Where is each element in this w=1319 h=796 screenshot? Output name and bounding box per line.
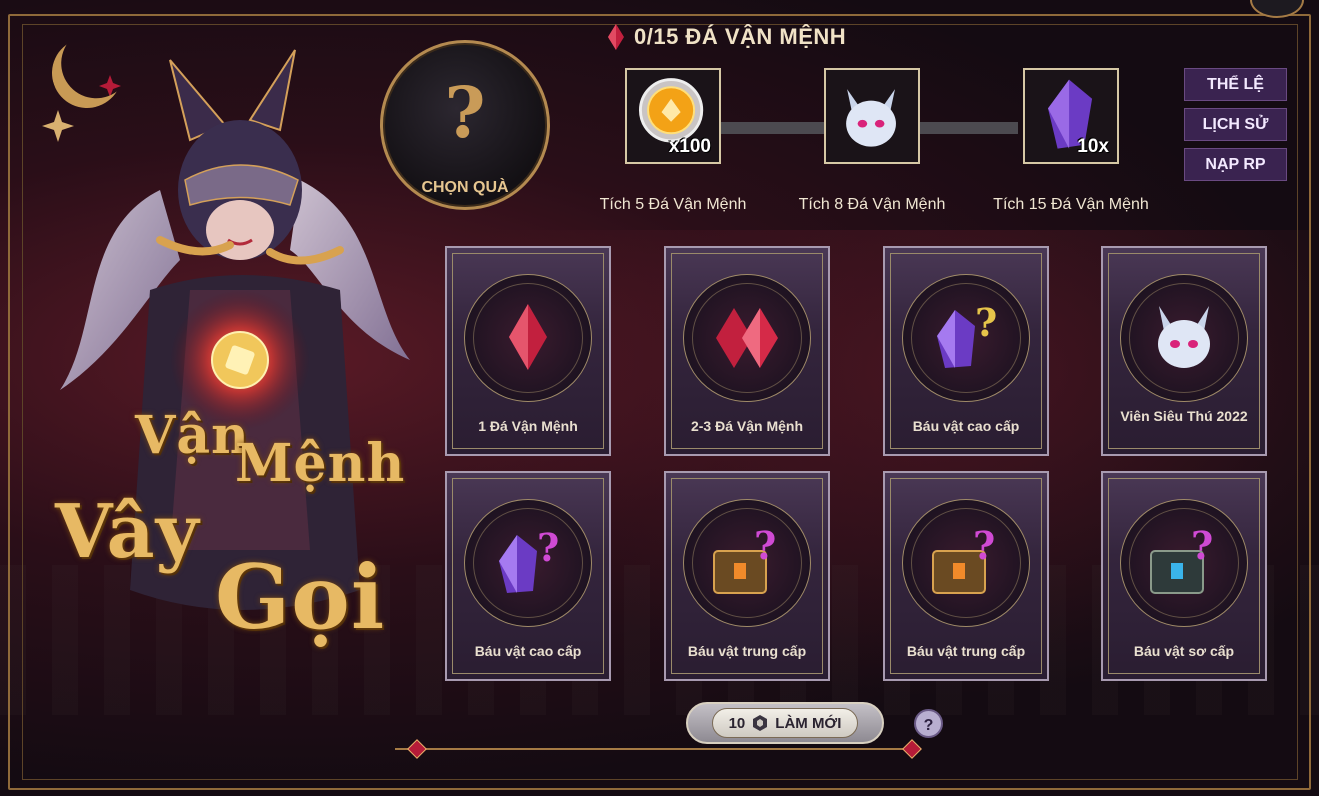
milestone-caption: Tích 8 Đá Vận Mệnh bbox=[798, 196, 946, 213]
refresh-label: LÀM MỚI bbox=[775, 714, 842, 732]
reward-card[interactable]: Viên Siêu Thú 2022 bbox=[1101, 246, 1267, 456]
question-mark-icon: ? bbox=[444, 71, 486, 154]
token-icon bbox=[753, 715, 768, 731]
reward-card[interactable]: ? Báu vật cao cấp bbox=[445, 471, 611, 681]
mystery-chest-blue-icon: ? bbox=[1150, 523, 1213, 594]
reward-card[interactable]: ? Báu vật trung cấp bbox=[883, 471, 1049, 681]
card-label: 1 Đá Vận Mệnh bbox=[478, 418, 578, 434]
milestone-15[interactable]: 10x Tích 15 Đá Vận Mệnh bbox=[993, 60, 1149, 213]
red-gem-icon bbox=[509, 304, 547, 370]
card-label: Báu vật trung cấp bbox=[687, 643, 807, 659]
reward-card[interactable]: ? Báu vật trung cấp bbox=[664, 471, 830, 681]
svg-text:?: ? bbox=[975, 300, 997, 345]
spirit-fox-icon bbox=[1158, 306, 1210, 368]
help-button[interactable]: ? bbox=[914, 709, 943, 738]
milestone-reward-box: 10x bbox=[1023, 68, 1119, 164]
milestone-caption: Tích 5 Đá Vận Mệnh bbox=[599, 196, 747, 213]
rules-button[interactable]: THỂ LỆ bbox=[1184, 68, 1287, 101]
title-line-4: Gọi bbox=[215, 545, 386, 649]
milestone-5[interactable]: x100 Tích 5 Đá Vận Mệnh bbox=[600, 60, 746, 213]
event-title-art: Vận Mệnh Vây Gọi bbox=[55, 405, 404, 685]
milestone-caption: Tích 15 Đá Vận Mệnh bbox=[993, 196, 1149, 213]
reward-card[interactable]: 2-3 Đá Vận Mệnh bbox=[664, 246, 830, 456]
milestone-qty: 10x bbox=[1077, 136, 1109, 157]
milestone-reward-box: x100 bbox=[625, 68, 721, 164]
reward-card[interactable]: ? Báu vật cao cấp bbox=[883, 246, 1049, 456]
double-red-gem-icon bbox=[716, 308, 778, 368]
svg-text:?: ? bbox=[973, 523, 995, 568]
reward-card[interactable]: 1 Đá Vận Mệnh bbox=[445, 246, 611, 456]
mystery-chest-icon: ? bbox=[713, 523, 776, 594]
svg-text:?: ? bbox=[1191, 523, 1213, 568]
milestone-qty: x100 bbox=[668, 136, 711, 157]
red-gem-icon bbox=[608, 24, 624, 50]
progress-header: 0/15 ĐÁ VẬN MỆNH bbox=[608, 22, 846, 52]
milestone-reward-box bbox=[824, 68, 920, 164]
mystery-crystal-icon: ? bbox=[499, 525, 559, 593]
card-label: Báu vật cao cấp bbox=[474, 643, 582, 659]
spirit-fox-icon bbox=[846, 89, 896, 147]
card-label: Báu vật sơ cấp bbox=[1133, 643, 1235, 659]
title-line-1: Vận bbox=[135, 405, 250, 466]
card-label: 2-3 Đá Vận Mệnh bbox=[690, 418, 804, 434]
card-label: Báu vật trung cấp bbox=[906, 643, 1026, 659]
reward-card[interactable]: ? Báu vật sơ cấp bbox=[1101, 471, 1267, 681]
refresh-cost: 10 bbox=[728, 714, 746, 732]
card-label: Báu vật cao cấp bbox=[912, 418, 1020, 434]
title-line-3: Vây bbox=[55, 489, 200, 575]
event-stage: Vận Mệnh Vây Gọi 0/15 ĐÁ VẬN MỆNH ? CHỌN… bbox=[0, 0, 1319, 796]
topup-rp-button[interactable]: NẠP RP bbox=[1184, 148, 1287, 181]
mystery-crystal-icon: ? bbox=[937, 300, 997, 368]
svg-text:?: ? bbox=[754, 523, 776, 568]
history-button[interactable]: LỊCH SỬ bbox=[1184, 108, 1287, 141]
progress-text: 0/15 ĐÁ VẬN MỆNH bbox=[634, 24, 847, 49]
refresh-button[interactable]: 10 LÀM MỚI bbox=[686, 702, 884, 744]
choose-gift-label: CHỌN QUÀ bbox=[421, 179, 509, 196]
choose-gift-button[interactable]: ? CHỌN QUÀ bbox=[380, 40, 550, 210]
svg-text:?: ? bbox=[537, 525, 559, 570]
title-line-2: Mệnh bbox=[235, 433, 406, 494]
milestone-8[interactable]: Tích 8 Đá Vận Mệnh bbox=[799, 60, 945, 213]
bottom-ornament-line bbox=[395, 748, 915, 750]
card-label: Viên Siêu Thú 2022 bbox=[1120, 408, 1248, 424]
refresh-pill: 10 LÀM MỚI bbox=[712, 708, 858, 738]
mystery-chest-icon: ? bbox=[932, 523, 995, 594]
